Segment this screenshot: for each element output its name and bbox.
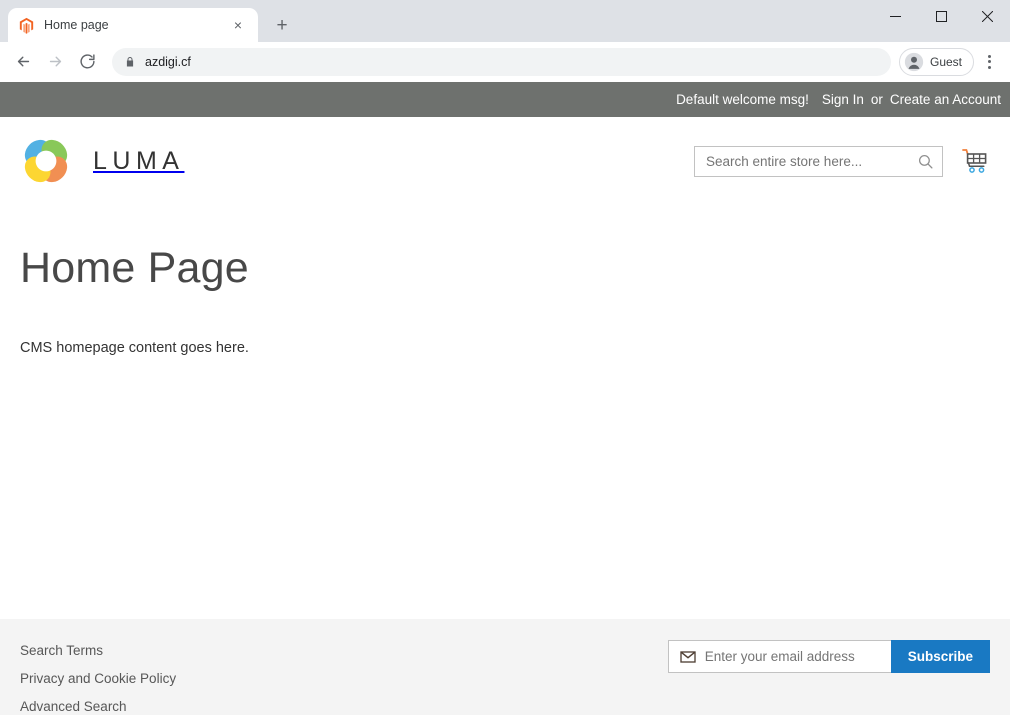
profile-name: Guest (930, 55, 962, 69)
page-title: Home Page (20, 245, 990, 292)
browser-titlebar: Home page × + (0, 0, 1010, 42)
profile-button[interactable]: Guest (899, 48, 974, 76)
maximize-icon[interactable] (918, 0, 964, 32)
newsletter-field[interactable] (668, 640, 891, 673)
magento-icon (18, 17, 35, 34)
browser-toolbar: azdigi.cf Guest (0, 42, 1010, 82)
separator-text: or (871, 92, 883, 107)
page-viewport: Default welcome msg! Sign In or Create a… (0, 82, 1010, 715)
url-text: azdigi.cf (145, 55, 191, 69)
sign-in-link[interactable]: Sign In (822, 92, 864, 107)
tab-title: Home page (44, 18, 219, 32)
cms-body-text: CMS homepage content goes here. (20, 340, 990, 356)
luma-ring-logo (20, 135, 72, 187)
search-icon[interactable] (917, 153, 934, 170)
minimize-icon[interactable] (872, 0, 918, 32)
footer-link-search-terms[interactable]: Search Terms (20, 643, 103, 658)
forward-arrow-icon[interactable] (40, 47, 70, 77)
logo-text: LUMA (93, 147, 184, 176)
footer-link-advanced-search[interactable]: Advanced Search (20, 699, 127, 714)
envelope-icon (680, 649, 696, 665)
user-avatar-icon (904, 52, 924, 72)
shopping-cart-icon (962, 147, 990, 175)
main-content: Home Page CMS homepage content goes here… (0, 205, 1010, 356)
lock-icon (124, 55, 136, 69)
create-account-link[interactable]: Create an Account (890, 92, 1001, 107)
kebab-menu-icon[interactable] (976, 47, 1002, 77)
new-tab-button[interactable]: + (268, 11, 296, 39)
welcome-message: Default welcome msg! (676, 92, 809, 107)
back-arrow-icon[interactable] (8, 47, 38, 77)
close-window-icon[interactable] (964, 0, 1010, 32)
window-controls (872, 0, 1010, 32)
tab-strip: Home page × + (0, 0, 296, 42)
address-bar[interactable]: azdigi.cf (112, 48, 891, 76)
subscribe-button[interactable]: Subscribe (891, 640, 990, 673)
newsletter-form: Subscribe (668, 640, 990, 673)
close-icon[interactable]: × (228, 15, 248, 35)
search-input[interactable] (706, 154, 917, 169)
newsletter-email-input[interactable] (705, 649, 883, 664)
footer-link-privacy-policy[interactable]: Privacy and Cookie Policy (20, 671, 176, 686)
logo-link[interactable]: LUMA (20, 135, 184, 187)
reload-icon[interactable] (72, 47, 102, 77)
search-box[interactable] (694, 146, 943, 177)
site-footer: Search Terms Privacy and Cookie Policy A… (0, 619, 1010, 715)
site-header: LUMA (0, 117, 1010, 205)
cart-link[interactable] (962, 147, 990, 175)
header-right (694, 117, 990, 205)
panel-header: Default welcome msg! Sign In or Create a… (0, 82, 1010, 117)
browser-tab[interactable]: Home page × (8, 8, 258, 42)
